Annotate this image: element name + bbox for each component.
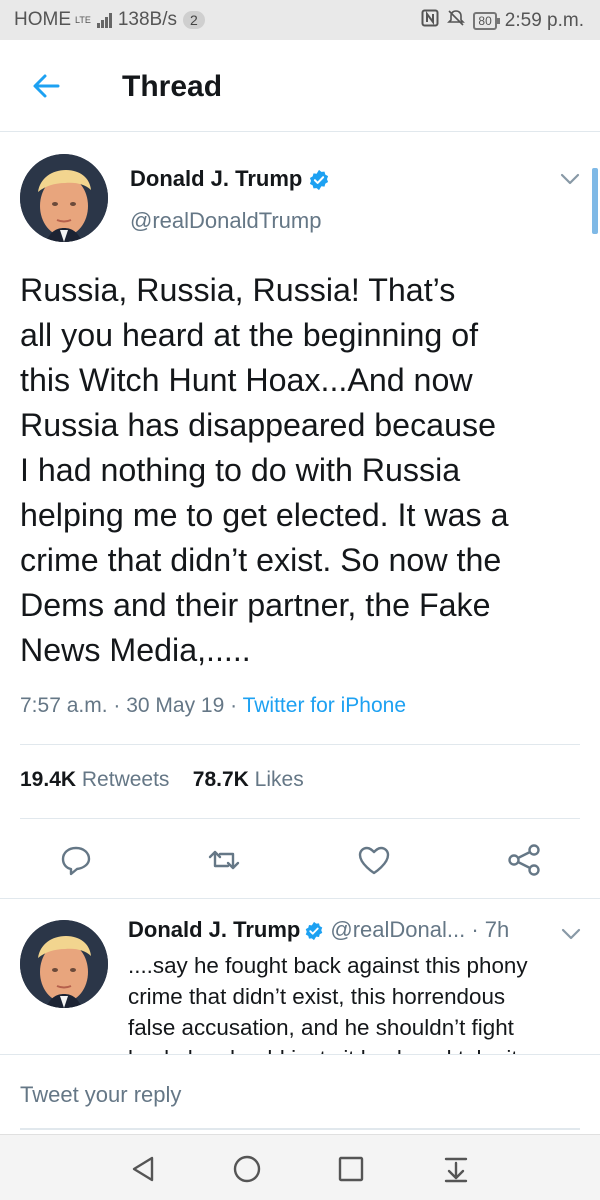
input-underline	[20, 1128, 580, 1130]
notification-count-badge: 2	[183, 11, 205, 29]
avatar-image	[20, 920, 108, 1008]
reply-input[interactable]: Tweet your reply	[20, 1082, 181, 1108]
battery-indicator: 80	[473, 12, 501, 30]
status-bar-left: HOME LTE 138B/s 2	[14, 9, 205, 31]
likes-label: Likes	[254, 768, 304, 791]
reply-author-name[interactable]: Donald J. Trump	[128, 917, 300, 942]
meta-separator: ·	[113, 694, 127, 717]
data-speed-label: 138B/s	[117, 9, 177, 30]
like-button[interactable]	[354, 840, 394, 880]
tweet-separator	[0, 898, 600, 899]
retweets-stat[interactable]: 19.4K Retweets	[20, 768, 169, 791]
likes-count: 78.7K	[192, 768, 249, 791]
carrier-label: HOME	[14, 9, 71, 30]
author-avatar[interactable]	[20, 154, 108, 242]
reply-age: 7h	[484, 917, 510, 942]
reply-author-handle[interactable]: @realDonal...	[330, 917, 465, 942]
back-button[interactable]	[28, 68, 64, 104]
retweet-button[interactable]	[204, 840, 244, 880]
verified-badge-icon	[306, 922, 323, 941]
retweets-count: 19.4K	[20, 768, 77, 791]
likes-stat[interactable]: 78.7K Likes	[193, 768, 304, 791]
status-bar-right: 80 2:59 p.m.	[421, 9, 584, 33]
reply-author-avatar[interactable]	[20, 920, 108, 1008]
meta-separator: ·	[230, 694, 243, 717]
author-name[interactable]: Donald J. Trump	[130, 166, 330, 192]
square-recents-icon	[338, 1156, 364, 1182]
reply-text: ....say he fought back against this phon…	[128, 953, 528, 1054]
nav-home-button[interactable]	[227, 1149, 267, 1189]
circle-home-icon	[233, 1155, 261, 1183]
triangle-back-icon	[132, 1156, 154, 1182]
nav-recents-button[interactable]	[331, 1149, 371, 1189]
pull-down-icon	[444, 1157, 468, 1183]
share-icon	[508, 844, 540, 876]
reply-text-container: ....say he fought back against this phon…	[128, 950, 583, 1054]
tweet-stats: 19.4K Retweets 78.7K Likes	[20, 768, 304, 792]
page-title: Thread	[122, 70, 223, 103]
share-button[interactable]	[504, 840, 544, 880]
tweet-time: 7:57 a.m.	[20, 694, 108, 717]
network-type-label: LTE	[75, 14, 91, 25]
silent-bell-icon	[447, 9, 466, 33]
retweets-label: Retweets	[81, 768, 170, 791]
system-nav-bar	[0, 1134, 600, 1200]
tweet-client-link[interactable]: Twitter for iPhone	[243, 694, 406, 717]
retweet-icon	[208, 850, 240, 870]
meta-separator: ·	[465, 917, 485, 942]
avatar-image	[20, 154, 108, 242]
author-handle[interactable]: @realDonaldTrump	[130, 208, 321, 234]
chevron-down-icon[interactable]	[560, 927, 582, 941]
author-name-text: Donald J. Trump	[130, 166, 303, 191]
nav-notifications-button[interactable]	[436, 1149, 476, 1189]
heart-icon	[358, 846, 390, 875]
verified-badge-icon	[310, 170, 329, 191]
app-header: Thread	[0, 40, 600, 132]
divider	[20, 818, 580, 819]
reply-button[interactable]	[56, 840, 96, 880]
tweet-date: 30 May 19	[126, 694, 225, 717]
nav-back-button[interactable]	[124, 1149, 164, 1189]
nfc-icon	[421, 9, 439, 33]
tweet-meta: 7:57 a.m. · 30 May 19 · Twitter for iPho…	[20, 694, 406, 718]
comment-icon	[61, 846, 91, 876]
arrow-left-icon	[33, 74, 60, 98]
chevron-down-icon[interactable]	[559, 172, 581, 186]
reply-header: Donald J. Trump @realDonal... · 7h	[128, 917, 546, 943]
status-bar: HOME LTE 138B/s 2 80 2:59 p.m.	[0, 0, 600, 40]
signal-icon	[96, 12, 112, 28]
divider	[20, 744, 580, 745]
clock-label: 2:59 p.m.	[504, 10, 584, 31]
scrollbar-thumb[interactable]	[592, 168, 598, 234]
tweet-text: Russia, Russia, Russia! That’s all you h…	[20, 272, 509, 668]
